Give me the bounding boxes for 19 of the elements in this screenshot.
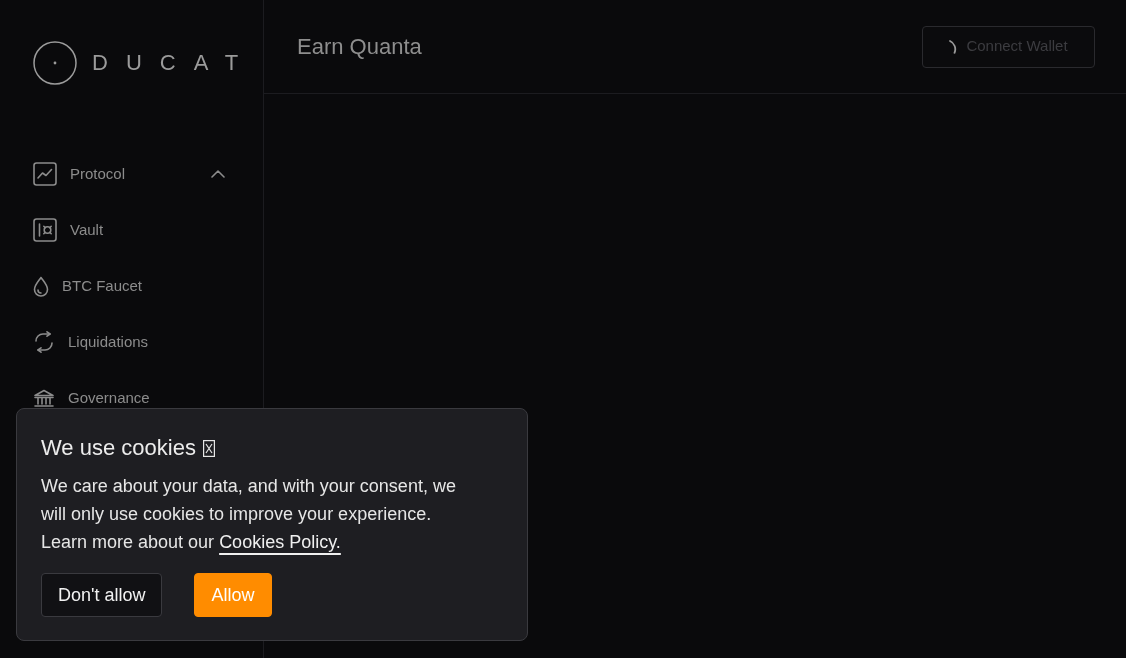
sidebar-item[interactable]: Protocol [33, 162, 225, 186]
logo-circle-icon [33, 41, 77, 85]
sidebar-item[interactable]: Governance [33, 389, 225, 407]
cycle-arrows-icon [33, 331, 55, 353]
cookie-message: We care about your data, and with your consent, we will only use cookies to improve your experience. Learn more about our Cookies Policy. [41, 475, 457, 554]
sidebar-item[interactable]: BTC Faucet [33, 275, 225, 297]
logo-wordmark: DUCAT [92, 52, 238, 74]
decline-button[interactable]: Don't allow [41, 573, 163, 617]
page-title: Earn Quanta [297, 33, 422, 61]
cookie-title: We use cookies [41, 434, 196, 462]
sidebar-item[interactable]: Liquidations [33, 331, 225, 353]
bank-icon [33, 389, 55, 407]
vault-icon [33, 218, 57, 242]
line-chart-icon [33, 162, 57, 186]
missing-glyph-icon [202, 439, 215, 457]
chevron-up-icon[interactable] [211, 170, 225, 178]
droplet-icon [33, 275, 49, 297]
cookies-policy-link[interactable]: Cookies Policy. [219, 532, 341, 552]
sidebar-item[interactable]: Vault [33, 218, 225, 242]
